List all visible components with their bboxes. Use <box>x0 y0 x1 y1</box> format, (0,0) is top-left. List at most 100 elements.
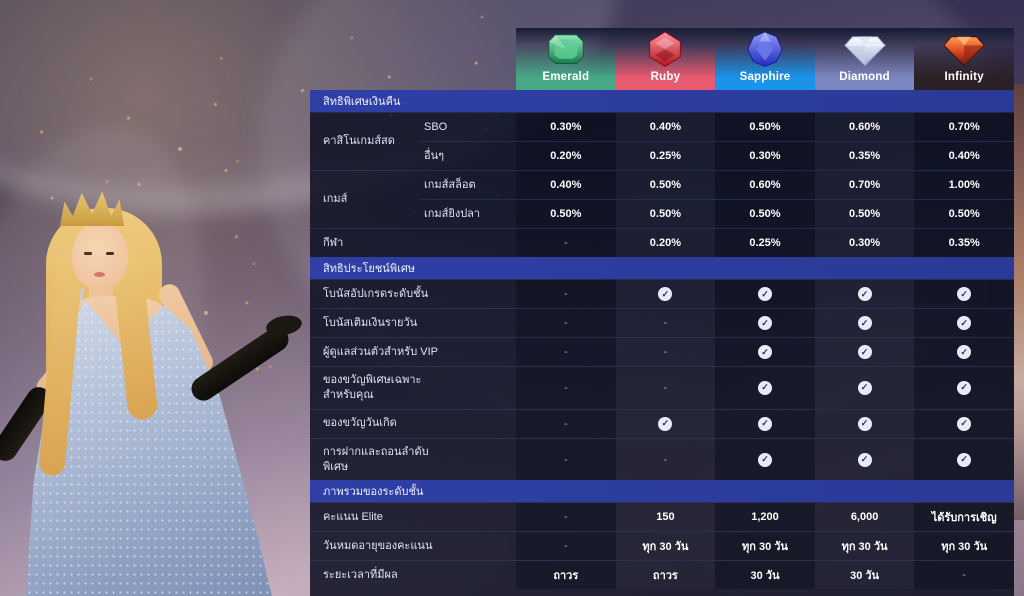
table-subrow: เกมส์ยิงปลา0.50%0.50%0.50%0.50%0.50% <box>420 199 1014 228</box>
table-row: ของขวัญวันเกิด-✓✓✓✓ <box>310 409 1014 438</box>
row-label: โบนัสอัปเกรดระดับชั้น <box>310 280 516 308</box>
cell-value: 0.35% <box>849 150 880 162</box>
table-subrow: เกมส์สล็อต0.40% 0.50% 0.60% 0.70% 1.00% <box>420 171 1014 199</box>
value-cell: ✓ <box>715 439 815 481</box>
value-cell: 0.50% <box>914 200 1014 228</box>
check-icon: ✓ <box>758 381 772 395</box>
cell-value: 0.50% <box>650 179 681 191</box>
cell-value: ได้รับการเชิญ <box>932 508 997 526</box>
check-icon: ✓ <box>758 453 772 467</box>
value-cell: ✓ <box>914 367 1014 409</box>
cell-value: ทุก 30 วัน <box>742 537 788 555</box>
cell-value: - <box>564 317 568 329</box>
value-cell: - <box>516 229 616 257</box>
cell-value: - <box>664 346 668 358</box>
value-cell: ✓ <box>914 280 1014 308</box>
table-row: คาสิโนเกมส์สดSBO0.30%0.40%0.50%0.60%0.70… <box>310 112 1014 170</box>
cell-value: 0.30% <box>550 121 581 133</box>
cell-value: 0.50% <box>550 208 581 220</box>
cell-value: 30 วัน <box>850 566 879 584</box>
row-label: กีฬา <box>310 229 516 257</box>
value-cell: - <box>516 439 616 481</box>
value-cell: ✓ <box>815 338 915 366</box>
value-cell: ✓ <box>616 280 716 308</box>
cell-value: - <box>664 317 668 329</box>
cell-value: 0.30% <box>749 150 780 162</box>
cell-value: - <box>564 382 568 394</box>
check-icon: ✓ <box>858 417 872 431</box>
value-cell: 0.30% <box>715 142 815 170</box>
cell-value: 0.60% <box>749 179 780 191</box>
sapphire-gem-icon <box>742 30 788 70</box>
value-cell: ✓ <box>715 280 815 308</box>
infinity-gem-icon <box>941 30 987 70</box>
value-cell: 0.50% <box>516 200 616 228</box>
tier-tab-ruby[interactable]: Ruby <box>616 28 716 90</box>
hostess-face <box>72 222 128 290</box>
value-cell: 0.50% <box>715 113 815 141</box>
cell-value: 0.50% <box>949 208 980 220</box>
cell-value: - <box>664 382 668 394</box>
check-icon: ✓ <box>758 287 772 301</box>
section-title: สิทธิพิเศษเงินคืน <box>323 92 400 110</box>
value-cell: ทุก 30 วัน <box>616 532 716 560</box>
tier-tab-infinity[interactable]: Infinity <box>914 28 1014 90</box>
cell-value: 30 วัน <box>750 566 779 584</box>
value-cell: 0.50% <box>815 200 915 228</box>
value-cell: - <box>516 367 616 409</box>
cell-value: - <box>962 569 966 581</box>
value-cell: ✓ <box>914 309 1014 337</box>
table-row: วันหมดอายุของคะแนน-ทุก 30 วันทุก 30 วันท… <box>310 531 1014 560</box>
cell-value: 1.00% <box>949 179 980 191</box>
subrow-label: เกมส์สล็อต <box>420 171 516 199</box>
cell-value: 0.50% <box>650 208 681 220</box>
ruby-gem-icon <box>642 30 688 70</box>
tier-tab-sapphire[interactable]: Sapphire <box>715 28 815 90</box>
cell-value: 0.20% <box>550 150 581 162</box>
cell-value: - <box>564 288 568 300</box>
value-cell: 0.30% <box>516 113 616 141</box>
value-cell: 1,200 <box>715 503 815 531</box>
cell-value: 0.70% <box>849 179 880 191</box>
row-label: ของขวัญวันเกิด <box>310 410 516 438</box>
value-cell: ถาวร <box>616 561 716 589</box>
cell-value: - <box>564 454 568 466</box>
value-cell: 0.40% <box>516 171 616 199</box>
hostess-eye <box>84 252 92 255</box>
value-cell: - <box>516 532 616 560</box>
subrow-label: อื่นๆ <box>420 142 516 170</box>
value-cell: ได้รับการเชิญ <box>914 503 1014 531</box>
cell-value: ทุก 30 วัน <box>842 537 888 555</box>
check-icon: ✓ <box>858 453 872 467</box>
value-cell: ✓ <box>815 309 915 337</box>
cell-value: 0.70% <box>949 121 980 133</box>
check-icon: ✓ <box>758 345 772 359</box>
cell-value: ถาวร <box>653 566 678 584</box>
check-icon: ✓ <box>957 381 971 395</box>
value-cell: ✓ <box>914 410 1014 438</box>
cell-value: - <box>564 346 568 358</box>
cell-value: 150 <box>656 511 674 523</box>
value-cell: 0.25% <box>616 142 716 170</box>
cell-value: - <box>664 454 668 466</box>
tier-tab-diamond[interactable]: Diamond <box>815 28 915 90</box>
cell-value: - <box>564 540 568 552</box>
cell-value: 0.30% <box>849 237 880 249</box>
tier-header-row: Emerald Ruby Sapphire DiamondInfinity <box>516 28 1014 90</box>
emerald-gem-icon <box>543 30 589 70</box>
table-subrow: SBO0.30%0.40%0.50%0.60%0.70% <box>420 113 1014 141</box>
tier-name: Ruby <box>651 71 681 83</box>
value-cell: - <box>516 503 616 531</box>
value-cell: ✓ <box>715 367 815 409</box>
cell-value: 0.50% <box>749 121 780 133</box>
value-cell: - <box>616 439 716 481</box>
tier-tab-emerald[interactable]: Emerald <box>516 28 616 90</box>
section-header: ภาพรวมของระดับชั้น <box>310 480 1014 502</box>
value-cell: - <box>616 309 716 337</box>
value-cell: 0.35% <box>914 229 1014 257</box>
cell-value: - <box>564 418 568 430</box>
cell-value: - <box>564 237 568 249</box>
value-cell: ✓ <box>815 367 915 409</box>
value-cell: 0.25% <box>715 229 815 257</box>
tier-name: Sapphire <box>740 71 791 83</box>
